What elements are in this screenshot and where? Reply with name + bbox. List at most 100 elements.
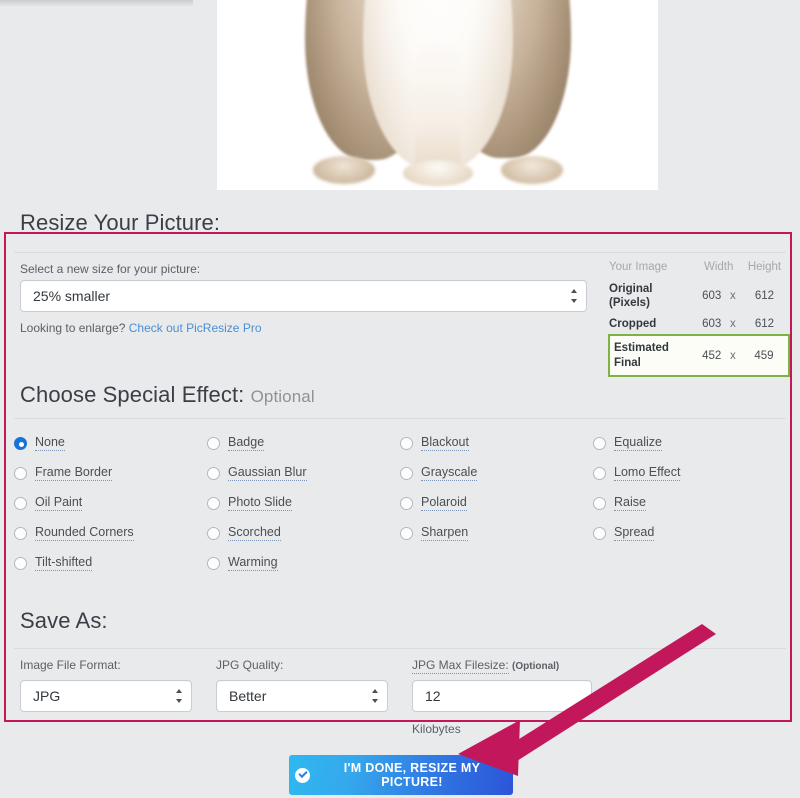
effect-option-photo-slide[interactable]: Photo Slide: [207, 488, 400, 518]
effect-option-label: Oil Paint: [35, 495, 83, 511]
table-row: Cropped 603 x 612: [609, 314, 789, 335]
photo-preview: [217, 0, 658, 190]
pet-paw-right: [500, 156, 563, 184]
pet-paw-center: [402, 160, 473, 186]
table-row-estimated-final: Estimated Final 452 x 459: [608, 334, 791, 377]
effect-option-label: Scorched: [228, 525, 281, 541]
effect-option-raise[interactable]: Raise: [593, 488, 786, 518]
effect-option-label: Rounded Corners: [35, 525, 134, 541]
jpg-quality-select[interactable]: Better: [216, 680, 388, 712]
radio-icon[interactable]: [14, 556, 27, 570]
resize-submit-button[interactable]: I'M DONE, RESIZE MY PICTURE!: [289, 755, 513, 795]
radio-icon[interactable]: [593, 496, 606, 510]
radio-icon[interactable]: [207, 496, 220, 510]
effect-option-label: Lomo Effect: [614, 465, 681, 481]
check-circle-icon: [295, 767, 310, 783]
dimensions-header-height: Height: [747, 261, 782, 273]
jpg-max-filesize-optional-tag: (Optional): [512, 661, 560, 672]
picresize-pro-link[interactable]: Check out PicResize Pro: [129, 321, 262, 335]
jpg-max-filesize-input[interactable]: [412, 680, 592, 712]
row-label-original: Original (Pixels): [609, 283, 653, 310]
radio-icon[interactable]: [593, 466, 606, 480]
chevron-updown-icon: [371, 689, 378, 703]
effect-option-label: Grayscale: [421, 465, 478, 481]
size-select-value: 25% smaller: [33, 288, 111, 304]
effect-option-label: Spread: [614, 525, 655, 541]
effect-option-scorched[interactable]: Scorched: [207, 518, 400, 548]
effect-option-rounded-corners[interactable]: Rounded Corners: [14, 518, 207, 548]
resize-submit-label: I'M DONE, RESIZE MY PICTURE!: [343, 761, 481, 789]
image-format-label: Image File Format:: [20, 658, 121, 672]
effect-option-label: Sharpen: [421, 525, 469, 541]
effect-option-spread[interactable]: Spread: [593, 518, 786, 548]
jpg-max-filesize-label-text: JPG Max Filesize:: [412, 658, 509, 674]
effect-option-warming[interactable]: Warming: [207, 548, 400, 578]
effect-option-blackout[interactable]: Blackout: [400, 428, 593, 458]
page-top-bar-stub: [0, 0, 193, 6]
effect-option-none[interactable]: None: [14, 428, 207, 458]
effect-option-polaroid[interactable]: Polaroid: [400, 488, 593, 518]
size-select-label: Select a new size for your picture:: [20, 262, 201, 276]
pet-photo-illustration: [303, 0, 573, 186]
radio-icon[interactable]: [14, 436, 27, 450]
image-format-group: Image File Format: JPG: [20, 658, 192, 712]
pet-paw-left: [312, 156, 375, 184]
effect-option-equalize[interactable]: Equalize: [593, 428, 786, 458]
effect-option-lomo-effect[interactable]: Lomo Effect: [593, 458, 786, 488]
effects-title-text: Choose Special Effect:: [20, 382, 245, 407]
effect-option-label: Polaroid: [421, 495, 467, 511]
radio-icon[interactable]: [400, 436, 413, 450]
row-height-original: 612: [754, 290, 775, 303]
divider-save: [14, 648, 786, 649]
size-select[interactable]: 25% smaller: [20, 280, 587, 312]
dimensions-header-image: Your Image: [609, 261, 668, 273]
jpg-quality-label: JPG Quality:: [216, 658, 284, 672]
effect-option-badge[interactable]: Badge: [207, 428, 400, 458]
radio-icon[interactable]: [593, 526, 606, 540]
radio-icon[interactable]: [207, 556, 220, 570]
divider-effects: [14, 418, 786, 419]
effect-option-label: Raise: [614, 495, 646, 511]
effect-option-label: Badge: [228, 435, 265, 451]
jpg-max-filesize-label: JPG Max Filesize: (Optional): [412, 658, 592, 674]
radio-icon[interactable]: [400, 496, 413, 510]
jpg-quality-value: Better: [229, 688, 267, 704]
row-height-cropped: 612: [754, 317, 775, 330]
row-separator-original: x: [730, 290, 736, 303]
chevron-updown-icon: [175, 689, 182, 703]
kilobytes-unit-label: Kilobytes: [412, 722, 461, 736]
row-separator-estimated: x: [725, 334, 740, 377]
effect-option-tilt-shifted[interactable]: Tilt-shifted: [14, 548, 207, 578]
radio-icon[interactable]: [207, 526, 220, 540]
image-format-select[interactable]: JPG: [20, 680, 192, 712]
effect-option-gaussian-blur[interactable]: Gaussian Blur: [207, 458, 400, 488]
divider-resize: [14, 252, 786, 253]
radio-icon[interactable]: [14, 526, 27, 540]
row-width-original: 603: [702, 290, 722, 303]
effects-optional-tag: Optional: [250, 387, 315, 406]
row-label-estimated: Estimated Final: [608, 334, 698, 377]
save-section-title: Save As:: [20, 608, 108, 633]
radio-icon[interactable]: [593, 436, 606, 450]
effect-option-label: Photo Slide: [228, 495, 292, 511]
enlarge-hint-text: Looking to enlarge?: [20, 321, 126, 335]
effect-option-label: None: [35, 435, 65, 451]
row-label-cropped: Cropped: [609, 317, 657, 330]
radio-icon[interactable]: [14, 496, 27, 510]
radio-icon[interactable]: [14, 466, 27, 480]
effect-option-frame-border[interactable]: Frame Border: [14, 458, 207, 488]
radio-icon[interactable]: [400, 526, 413, 540]
effect-option-label: Tilt-shifted: [35, 555, 93, 571]
effects-section-title: Choose Special Effect: Optional: [20, 382, 315, 408]
row-height-estimated: 459: [739, 334, 791, 377]
effect-option-label: Blackout: [421, 435, 469, 451]
radio-icon[interactable]: [400, 466, 413, 480]
radio-icon[interactable]: [207, 466, 220, 480]
effect-option-oil-paint[interactable]: Oil Paint: [14, 488, 207, 518]
effect-option-sharpen[interactable]: Sharpen: [400, 518, 593, 548]
jpg-max-filesize-group: JPG Max Filesize: (Optional): [412, 658, 592, 712]
enlarge-hint: Looking to enlarge? Check out PicResize …: [20, 321, 262, 335]
radio-icon[interactable]: [207, 436, 220, 450]
image-format-value: JPG: [33, 688, 61, 704]
effect-option-grayscale[interactable]: Grayscale: [400, 458, 593, 488]
